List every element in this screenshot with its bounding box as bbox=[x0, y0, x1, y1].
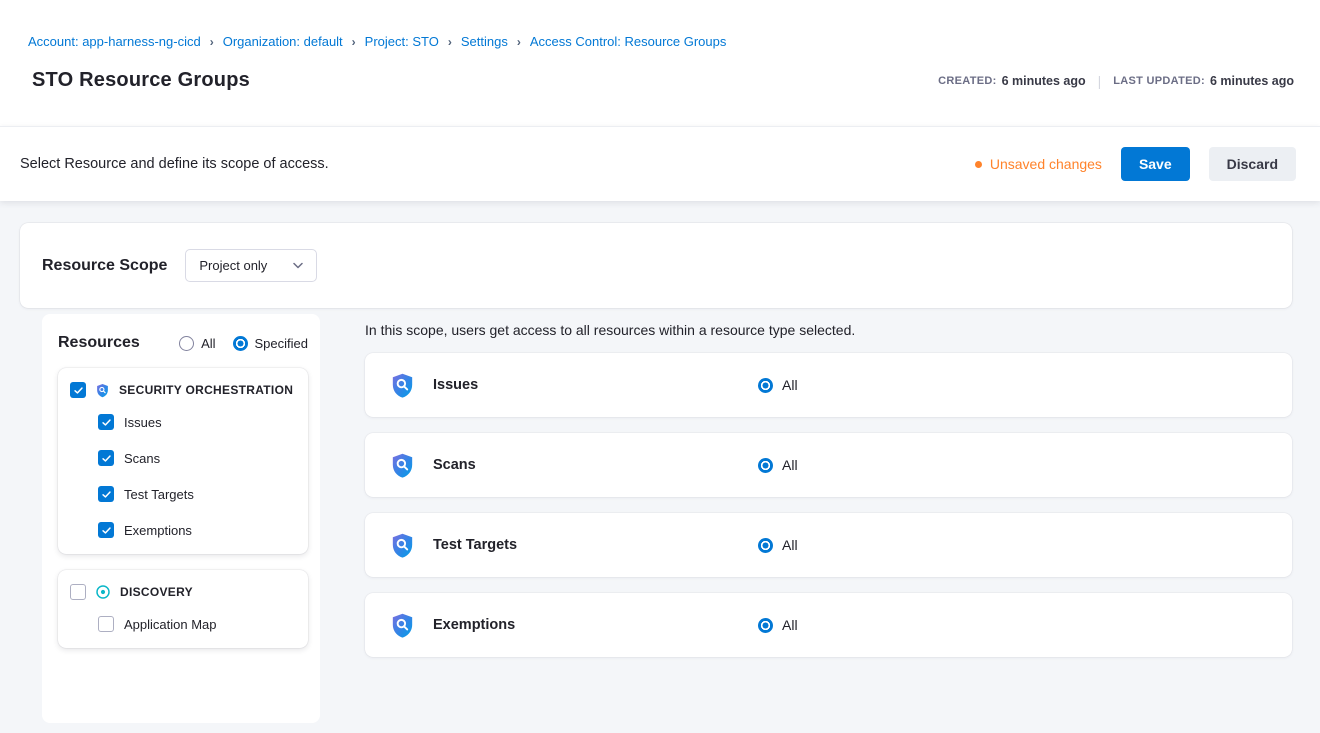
access-radio-all[interactable]: All bbox=[758, 537, 798, 553]
checkbox-issues[interactable] bbox=[98, 414, 114, 430]
group-label: DISCOVERY bbox=[120, 585, 193, 599]
checkbox-scans[interactable] bbox=[98, 450, 114, 466]
resource-row-exemptions: Exemptions All bbox=[365, 593, 1292, 657]
scope-detail: In this scope, users get access to all r… bbox=[365, 314, 1292, 673]
unsaved-changes-label: Unsaved changes bbox=[990, 156, 1102, 172]
resource-row-label: Exemptions bbox=[433, 617, 758, 633]
resource-row-label: Issues bbox=[433, 377, 758, 393]
access-radio-all[interactable]: All bbox=[758, 457, 798, 473]
resource-item-application-map[interactable]: Application Map bbox=[98, 606, 296, 642]
resource-row-test-targets: Test Targets All bbox=[365, 513, 1292, 577]
resource-row-label: Scans bbox=[433, 457, 758, 473]
resource-item-issues[interactable]: Issues bbox=[98, 404, 296, 440]
resource-item-scans[interactable]: Scans bbox=[98, 440, 296, 476]
item-label: Scans bbox=[124, 451, 160, 466]
item-label: Test Targets bbox=[124, 487, 194, 502]
group-label: SECURITY ORCHESTRATION bbox=[119, 383, 293, 397]
breadcrumb-settings[interactable]: Settings bbox=[461, 34, 508, 49]
resource-item-exemptions[interactable]: Exemptions bbox=[98, 512, 296, 548]
access-label: All bbox=[782, 377, 798, 393]
item-label: Issues bbox=[124, 415, 162, 430]
access-label: All bbox=[782, 457, 798, 473]
discovery-icon bbox=[95, 584, 111, 600]
chevron-down-icon bbox=[293, 262, 303, 269]
toolbar-description: Select Resource and define its scope of … bbox=[20, 156, 329, 172]
radio-specified[interactable]: Specified bbox=[233, 336, 308, 351]
breadcrumb-project[interactable]: Project: STO bbox=[365, 34, 439, 49]
checkbox-security-orchestration[interactable] bbox=[70, 382, 86, 398]
scope-detail-description: In this scope, users get access to all r… bbox=[365, 322, 1292, 338]
resource-scope-card: Resource Scope Project only bbox=[20, 223, 1292, 308]
created-label: CREATED: bbox=[938, 75, 996, 87]
radio-all[interactable]: All bbox=[179, 336, 215, 351]
breadcrumb-separator: › bbox=[517, 35, 521, 49]
resource-scope-dropdown[interactable]: Project only bbox=[185, 249, 317, 282]
save-button[interactable]: Save bbox=[1121, 147, 1190, 181]
item-label: Application Map bbox=[124, 617, 217, 632]
checkbox-application-map[interactable] bbox=[98, 616, 114, 632]
breadcrumb-separator: › bbox=[352, 35, 356, 49]
radio-unselected-icon[interactable] bbox=[179, 336, 194, 351]
resources-panel-title: Resources bbox=[58, 334, 140, 352]
breadcrumb-separator: › bbox=[448, 35, 452, 49]
checkbox-exemptions[interactable] bbox=[98, 522, 114, 538]
access-radio-all[interactable]: All bbox=[758, 617, 798, 633]
checkbox-test-targets[interactable] bbox=[98, 486, 114, 502]
created-value: 6 minutes ago bbox=[1002, 74, 1086, 88]
last-updated-label: LAST UPDATED: bbox=[1113, 75, 1205, 87]
page-header: Account: app-harness-ng-cicd › Organizat… bbox=[0, 0, 1320, 126]
resource-group-security-orchestration: SECURITY ORCHESTRATION Issues Scans bbox=[58, 368, 308, 554]
radio-selected-icon[interactable] bbox=[233, 336, 248, 351]
radio-selected-icon[interactable] bbox=[758, 618, 773, 633]
resources-panel: Resources All Specified bbox=[42, 314, 320, 723]
radio-selected-icon[interactable] bbox=[758, 378, 773, 393]
timestamps: CREATED: 6 minutes ago | LAST UPDATED: 6… bbox=[938, 73, 1294, 89]
resource-group-discovery: DISCOVERY Application Map bbox=[58, 570, 308, 648]
discard-button[interactable]: Discard bbox=[1209, 147, 1296, 181]
last-updated-value: 6 minutes ago bbox=[1210, 74, 1294, 88]
radio-all-label: All bbox=[201, 336, 215, 351]
sto-shield-icon bbox=[389, 452, 416, 479]
access-label: All bbox=[782, 537, 798, 553]
radio-specified-label: Specified bbox=[255, 336, 308, 351]
page-title: STO Resource Groups bbox=[32, 69, 250, 92]
sto-shield-icon bbox=[389, 612, 416, 639]
radio-selected-icon[interactable] bbox=[758, 538, 773, 553]
breadcrumb: Account: app-harness-ng-cicd › Organizat… bbox=[28, 34, 1294, 49]
unsaved-changes-indicator: Unsaved changes bbox=[975, 156, 1102, 172]
action-toolbar: Select Resource and define its scope of … bbox=[0, 126, 1320, 201]
resource-scope-value: Project only bbox=[199, 258, 267, 273]
main-content: Resource Scope Project only Resources Al… bbox=[0, 201, 1320, 723]
sto-shield-icon bbox=[389, 372, 416, 399]
sto-shield-icon bbox=[389, 532, 416, 559]
resource-row-label: Test Targets bbox=[433, 537, 758, 553]
sto-shield-icon bbox=[95, 383, 110, 398]
item-label: Exemptions bbox=[124, 523, 192, 538]
unsaved-dot-icon bbox=[975, 161, 982, 168]
radio-selected-icon[interactable] bbox=[758, 458, 773, 473]
breadcrumb-separator: › bbox=[210, 35, 214, 49]
resource-scope-title: Resource Scope bbox=[42, 257, 167, 275]
resource-item-test-targets[interactable]: Test Targets bbox=[98, 476, 296, 512]
resource-row-scans: Scans All bbox=[365, 433, 1292, 497]
breadcrumb-account[interactable]: Account: app-harness-ng-cicd bbox=[28, 34, 201, 49]
access-radio-all[interactable]: All bbox=[758, 377, 798, 393]
resource-row-issues: Issues All bbox=[365, 353, 1292, 417]
access-label: All bbox=[782, 617, 798, 633]
breadcrumb-resource-groups[interactable]: Access Control: Resource Groups bbox=[530, 34, 727, 49]
meta-divider: | bbox=[1098, 73, 1102, 89]
checkbox-discovery[interactable] bbox=[70, 584, 86, 600]
breadcrumb-organization[interactable]: Organization: default bbox=[223, 34, 343, 49]
